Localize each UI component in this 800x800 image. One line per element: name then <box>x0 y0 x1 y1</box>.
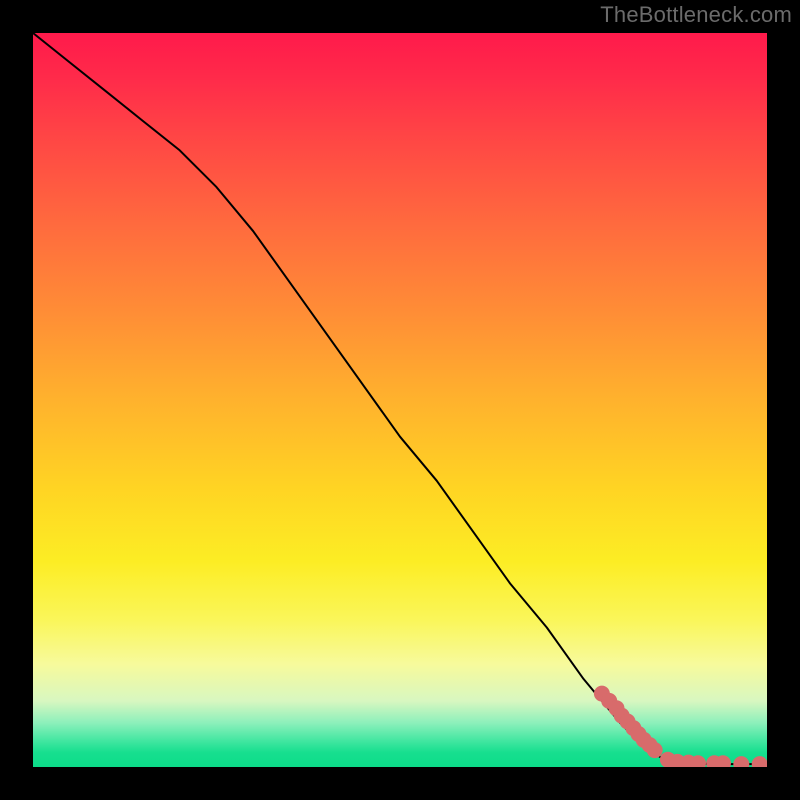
highlight-marker <box>647 742 663 758</box>
chart-frame: TheBottleneck.com <box>0 0 800 800</box>
highlight-marker <box>733 756 749 767</box>
attribution-label: TheBottleneck.com <box>600 2 792 28</box>
marker-group <box>594 686 767 767</box>
highlight-marker <box>752 756 767 767</box>
chart-overlay <box>33 33 767 767</box>
plot-area <box>33 33 767 767</box>
bottleneck-curve <box>33 33 767 764</box>
